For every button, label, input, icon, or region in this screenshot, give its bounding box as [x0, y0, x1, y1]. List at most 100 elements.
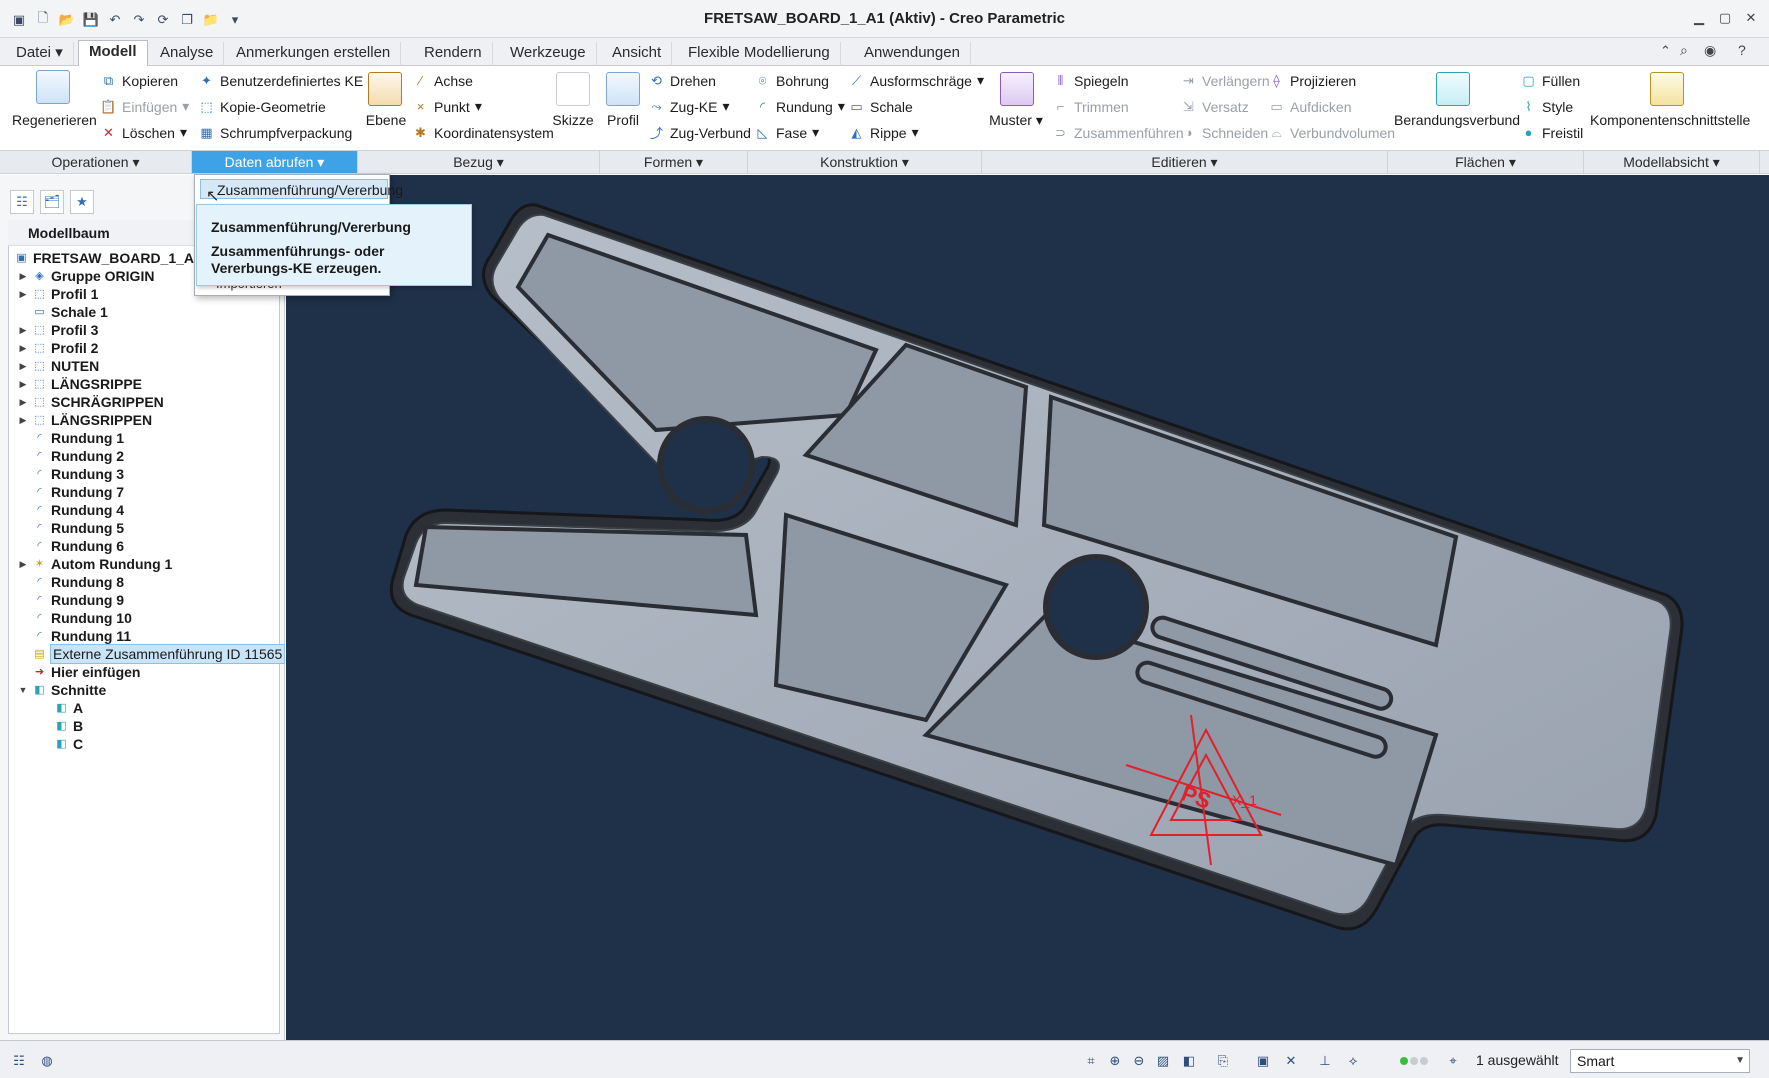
trim-button[interactable]: ⌐ Trimmen [1052, 98, 1129, 115]
round-button[interactable]: ◜ Rundung ▾ [754, 98, 845, 115]
tree-node[interactable]: ▶ ⬚ Profil 3 [18, 321, 99, 339]
undo-icon[interactable]: ↶ [106, 11, 124, 29]
tab-analyse[interactable]: Analyse [150, 42, 225, 66]
component-interface-button[interactable]: Komponentenschnittstelle [1590, 112, 1750, 128]
tree-node[interactable]: ▶ ◈ Gruppe ORIGIN [18, 267, 155, 285]
coordinate-system-button[interactable]: ✱ Koordinatensystem [412, 124, 554, 141]
user-defined-feature-button[interactable]: ✦ Benutzerdefiniertes KE [198, 72, 363, 89]
tree-node[interactable]: ◜ Rundung 5 [18, 519, 124, 537]
extend-button[interactable]: ⇥ Verlängern [1180, 72, 1270, 89]
folder-browser-tab-icon[interactable]: 🗂 [40, 190, 64, 214]
community-icon[interactable]: ◉ [1704, 42, 1716, 59]
group-operationen[interactable]: Operationen ▾ [0, 151, 192, 173]
group-daten-abrufen[interactable]: Daten abrufen ▾ [192, 151, 358, 173]
shrinkwrap-button[interactable]: ▦ Schrumpfverpackung [198, 124, 352, 141]
tree-node[interactable]: ▶ ⬚ LÄNGSRIPPEN [18, 411, 153, 429]
datum-display-icon[interactable]: ✕ [1282, 1052, 1300, 1070]
redo-icon[interactable]: ↷ [130, 11, 148, 29]
help-icon[interactable]: ? [1738, 42, 1746, 58]
zoom-in-icon[interactable]: ⊕ [1106, 1052, 1124, 1070]
repaint-icon[interactable]: ▨ [1154, 1052, 1172, 1070]
group-modellabsicht[interactable]: Modellabsicht ▾ [1584, 151, 1760, 173]
close-window-folder-icon[interactable]: 📁 [202, 11, 220, 29]
tree-node[interactable]: ◜ Rundung 11 [18, 627, 131, 645]
sweep-button[interactable]: ⤳ Zug-KE ▾ [648, 98, 729, 115]
collapse-ribbon-icon[interactable]: ⌃ [1660, 43, 1671, 59]
solidify-button[interactable]: ⌓ Verbundvolumen [1268, 124, 1395, 141]
expand-icon[interactable]: ▶ [18, 321, 28, 339]
paste-button[interactable]: 📋 Einfügen ▾ [100, 98, 189, 115]
tab-modell[interactable]: Modell [78, 40, 148, 66]
tree-node[interactable]: ▼ ◧ Schnitte [18, 681, 107, 699]
graphics-viewport[interactable]: PS X_1 [286, 175, 1769, 1040]
save-icon[interactable]: 💾 [82, 11, 100, 29]
tree-node[interactable]: ◜ Rundung 9 [18, 591, 124, 609]
freestyle-button[interactable]: ● Freistil [1520, 124, 1584, 141]
find-icon[interactable]: ⌖ [1444, 1052, 1462, 1070]
view-manager-icon[interactable]: ▣ [1254, 1052, 1272, 1070]
tab-rendern[interactable]: Rendern [414, 42, 493, 66]
close-icon[interactable]: ✕ [1740, 10, 1762, 28]
tree-node[interactable]: ▶ ⬚ LÄNGSRIPPE [18, 375, 142, 393]
intersect-button[interactable]: ◑ Schneiden [1180, 124, 1269, 141]
search-icon[interactable]: ⌕ [1680, 42, 1688, 59]
tree-node[interactable]: ▶ ⬚ Profil 1 [18, 285, 99, 303]
regenerate-button[interactable]: Regenerieren [12, 112, 97, 128]
tree-node[interactable]: ◜ Rundung 8 [18, 573, 124, 591]
toggle-browser-icon[interactable]: ◍ [38, 1052, 56, 1070]
merge-button[interactable]: ⊃ Zusammenführen [1052, 124, 1184, 141]
style-button[interactable]: ⌇ Style [1520, 98, 1573, 115]
project-button[interactable]: ⟠ Projizieren [1268, 72, 1356, 89]
shell-button[interactable]: ▭ Schale [848, 98, 912, 115]
tree-node[interactable]: ▶ ⬚ Profil 2 [18, 339, 99, 357]
offset-button[interactable]: ⇲ Versatz [1180, 98, 1249, 115]
tree-node[interactable]: ◧ A [54, 699, 83, 717]
regenerate-small-icon[interactable]: ⟳ [154, 11, 172, 29]
display-style-icon[interactable]: ◧ [1180, 1052, 1198, 1070]
expand-icon[interactable]: ▶ [18, 393, 28, 411]
selection-filter-select[interactable]: Smart ▼ [1570, 1049, 1750, 1073]
menu-item-merge-inheritance[interactable]: Zusammenführung/Vererbung [200, 179, 403, 199]
mirror-button[interactable]: ⫴ Spiegeln [1052, 72, 1129, 89]
group-formen[interactable]: Formen ▾ [600, 151, 748, 173]
boundary-blend-icon[interactable] [1436, 72, 1470, 106]
boundary-blend-button[interactable]: Berandungsverbund [1394, 112, 1520, 128]
tree-node[interactable]: ▶ ✶ Autom Rundung 1 [18, 555, 173, 573]
tree-node[interactable]: ◜ Rundung 10 [18, 609, 132, 627]
group-editieren[interactable]: Editieren ▾ [982, 151, 1388, 173]
copy-button[interactable]: ⧉ Kopieren [100, 72, 178, 89]
swept-blend-button[interactable]: ⤴ Zug-Verbund [648, 124, 751, 142]
revolve-button[interactable]: ⟲ Drehen [648, 72, 716, 89]
sketch-button[interactable]: Skizze [548, 112, 598, 128]
insert-here-node[interactable]: ➜ Hier einfügen [18, 663, 141, 681]
favorites-tab-icon[interactable]: ★ [70, 190, 94, 214]
tab-datei[interactable]: Datei ▾ [6, 42, 74, 66]
expand-icon[interactable]: ▶ [18, 375, 28, 393]
tab-ansicht[interactable]: Ansicht [602, 42, 673, 66]
tree-node[interactable]: ◜ Rundung 3 [18, 465, 124, 483]
tab-werkzeuge[interactable]: Werkzeuge [500, 42, 597, 66]
open-folder-icon[interactable]: 📂 [58, 11, 76, 29]
expand-icon[interactable]: ▶ [18, 339, 28, 357]
tree-node[interactable]: ▶ ⬚ NUTEN [18, 357, 100, 375]
tree-node[interactable]: ▶ ⬚ SCHRÄGRIPPEN [18, 393, 164, 411]
expand-icon[interactable]: ▶ [18, 411, 28, 429]
plane-icon[interactable] [368, 72, 402, 106]
sketch-icon[interactable] [556, 72, 590, 106]
extrude-button[interactable]: Profil [600, 112, 646, 128]
group-flaechen[interactable]: Flächen ▾ [1388, 151, 1584, 173]
model-tree-tab-icon[interactable]: ☷ [10, 190, 34, 214]
chamfer-button[interactable]: ◺ Fase ▾ [754, 124, 820, 141]
toggle-navigator-icon[interactable]: ☷ [10, 1052, 28, 1070]
group-bezug[interactable]: Bezug ▾ [358, 151, 600, 173]
tree-node[interactable]: ◜ Rundung 4 [18, 501, 124, 519]
tab-anmerkungen[interactable]: Anmerkungen erstellen [226, 42, 402, 66]
hole-button[interactable]: ⌾ Bohrung [754, 72, 829, 89]
zoom-out-icon[interactable]: ⊖ [1130, 1052, 1148, 1070]
tree-node[interactable]: ◜ Rundung 6 [18, 537, 124, 555]
pattern-icon[interactable] [1000, 72, 1034, 106]
expand-icon[interactable]: ▶ [18, 555, 28, 573]
windows-icon[interactable]: ❐ [178, 11, 196, 29]
refit-icon[interactable]: ⌗ [1082, 1052, 1100, 1070]
app-icon[interactable]: ▣ [10, 11, 28, 29]
